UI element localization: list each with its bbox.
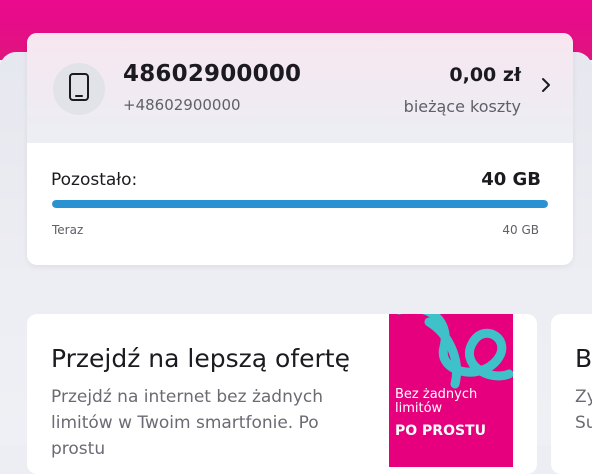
account-header[interactable]: 48602900000 +48602900000 0,00 zł bieżące… — [27, 33, 573, 143]
phone-number-intl: +48602900000 — [123, 96, 241, 114]
promo-image: Bez żadnych limitów PO PROSTU — [389, 314, 513, 467]
account-card[interactable]: 48602900000 +48602900000 0,00 zł bieżące… — [27, 33, 573, 265]
offer-title: Przejdź na lepszą ofertę — [51, 344, 350, 373]
promo-headline: PO PROSTU — [395, 423, 486, 439]
data-usage-bar-fill — [52, 200, 548, 208]
avatar — [53, 63, 105, 115]
data-usage-bar — [52, 200, 548, 208]
remaining-label: Pozostało: — [51, 170, 138, 190]
offer-description: Przejdź na internet bez żadnych limitów … — [51, 387, 324, 459]
phone-number: 48602900000 — [123, 61, 302, 87]
next-offer-description: Zy Su — [575, 387, 592, 433]
chevron-right-icon[interactable] — [541, 77, 551, 97]
current-cost-amount: 0,00 zł — [449, 64, 521, 86]
next-offer-card[interactable]: B Zy Su — [551, 314, 592, 474]
remaining-value: 40 GB — [481, 169, 541, 190]
offer-card[interactable]: Przejdź na lepszą ofertę Przejdź na inte… — [27, 314, 537, 474]
next-offer-title: B — [575, 344, 592, 373]
bar-end-label: 40 GB — [502, 223, 539, 237]
bar-start-label: Teraz — [52, 223, 84, 237]
promo-text: Bez żadnych limitów — [395, 387, 478, 416]
smartphone-icon — [68, 72, 90, 106]
current-cost-label: bieżące koszty — [403, 97, 521, 116]
